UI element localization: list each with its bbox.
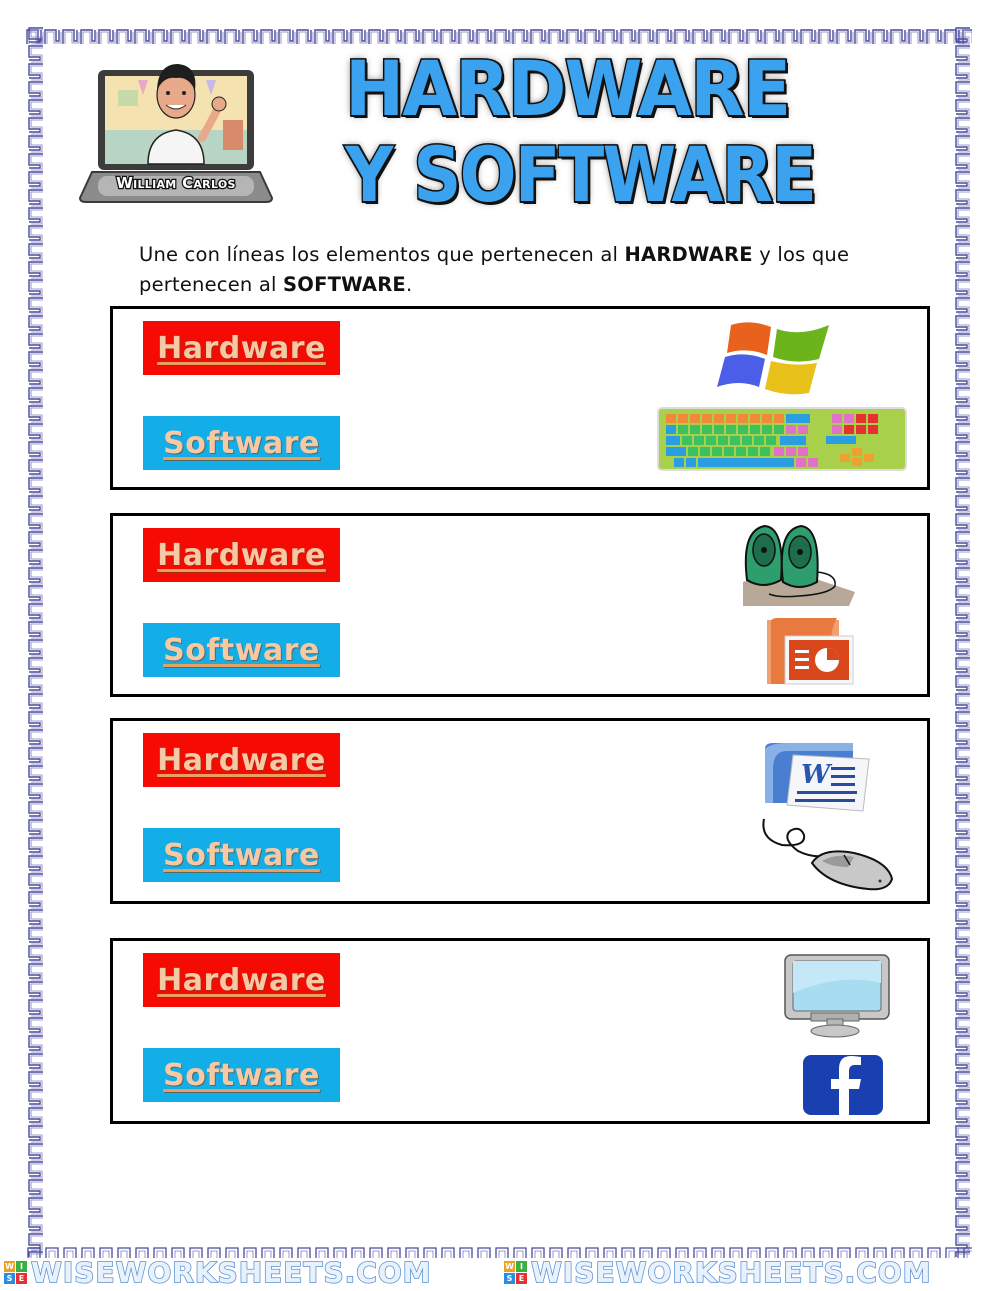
- hardware-label[interactable]: Hardware: [143, 733, 340, 787]
- windows-logo-icon[interactable]: [711, 317, 837, 397]
- software-label[interactable]: Software: [143, 416, 340, 470]
- watermark-text: WISEWORKSHEETS.COM: [530, 1255, 932, 1290]
- watermark-right: W I S E WISEWORKSHEETS.COM: [504, 1255, 932, 1290]
- watermark-text: WISEWORKSHEETS.COM: [30, 1255, 432, 1290]
- software-label-text: Software: [163, 1057, 320, 1093]
- match-group-4: Hardware Software: [110, 938, 930, 1124]
- logo-letter: I: [516, 1261, 527, 1272]
- title-line-2: Y SOFTWARE: [344, 130, 819, 219]
- hardware-label[interactable]: Hardware: [143, 321, 340, 375]
- svg-text:W: W: [801, 760, 833, 790]
- instructions-text: Une con líneas los elementos que pertene…: [139, 240, 859, 300]
- match-group-2: Hardware Software: [110, 513, 930, 697]
- logo-letter: W: [4, 1261, 15, 1272]
- decorative-border-top: [26, 27, 972, 45]
- page-title: HARDWARE Y SOFTWARE: [344, 44, 925, 215]
- logo-letter: E: [16, 1273, 27, 1284]
- instructions-bold-hardware: HARDWARE: [624, 243, 753, 266]
- hardware-label-text: Hardware: [157, 742, 326, 778]
- title-line-1: HARDWARE: [344, 44, 793, 133]
- hardware-label[interactable]: Hardware: [143, 528, 340, 582]
- logo-letter: S: [4, 1273, 15, 1284]
- hardware-label[interactable]: Hardware: [143, 953, 340, 1007]
- logo-letter: S: [504, 1273, 515, 1284]
- keyboard-icon[interactable]: [656, 404, 908, 472]
- word-logo-icon[interactable]: W: [763, 739, 873, 815]
- logo-letter: I: [16, 1261, 27, 1272]
- match-group-1: Hardware Software: [110, 306, 930, 490]
- wise-logo-icon: W I S E: [4, 1261, 27, 1284]
- software-label[interactable]: Software: [143, 1048, 340, 1102]
- monitor-icon[interactable]: [781, 953, 891, 1039]
- decorative-border-left: [26, 27, 44, 1257]
- avatar-caption: William Carlos: [115, 173, 237, 194]
- software-label-text: Software: [163, 837, 320, 873]
- speakers-icon[interactable]: [739, 520, 857, 606]
- hardware-label-text: Hardware: [157, 537, 326, 573]
- hardware-label-text: Hardware: [157, 330, 326, 366]
- hardware-label-text: Hardware: [157, 962, 326, 998]
- software-label[interactable]: Software: [143, 828, 340, 882]
- watermark-left: W I S E WISEWORKSHEETS.COM: [4, 1255, 432, 1290]
- software-label-text: Software: [163, 632, 320, 668]
- facebook-logo-icon[interactable]: [801, 1053, 885, 1117]
- software-label-text: Software: [163, 425, 320, 461]
- instructions-part: Une con líneas los elementos que pertene…: [139, 243, 625, 266]
- software-label[interactable]: Software: [143, 623, 340, 677]
- powerpoint-logo-icon[interactable]: [761, 614, 857, 690]
- instructions-part: .: [405, 273, 413, 296]
- match-group-3: Hardware Software W: [110, 718, 930, 904]
- logo-letter: W: [504, 1261, 515, 1272]
- logo-letter: E: [516, 1273, 527, 1284]
- decorative-border-right: [953, 27, 971, 1257]
- watermark-footer: W I S E WISEWORKSHEETS.COM W I S E WISEW…: [0, 1255, 1000, 1291]
- author-avatar-laptop: William Carlos: [78, 50, 274, 208]
- wise-logo-icon: W I S E: [504, 1261, 527, 1284]
- mouse-icon[interactable]: [758, 817, 898, 891]
- instructions-bold-software: SOFTWARE: [283, 273, 406, 296]
